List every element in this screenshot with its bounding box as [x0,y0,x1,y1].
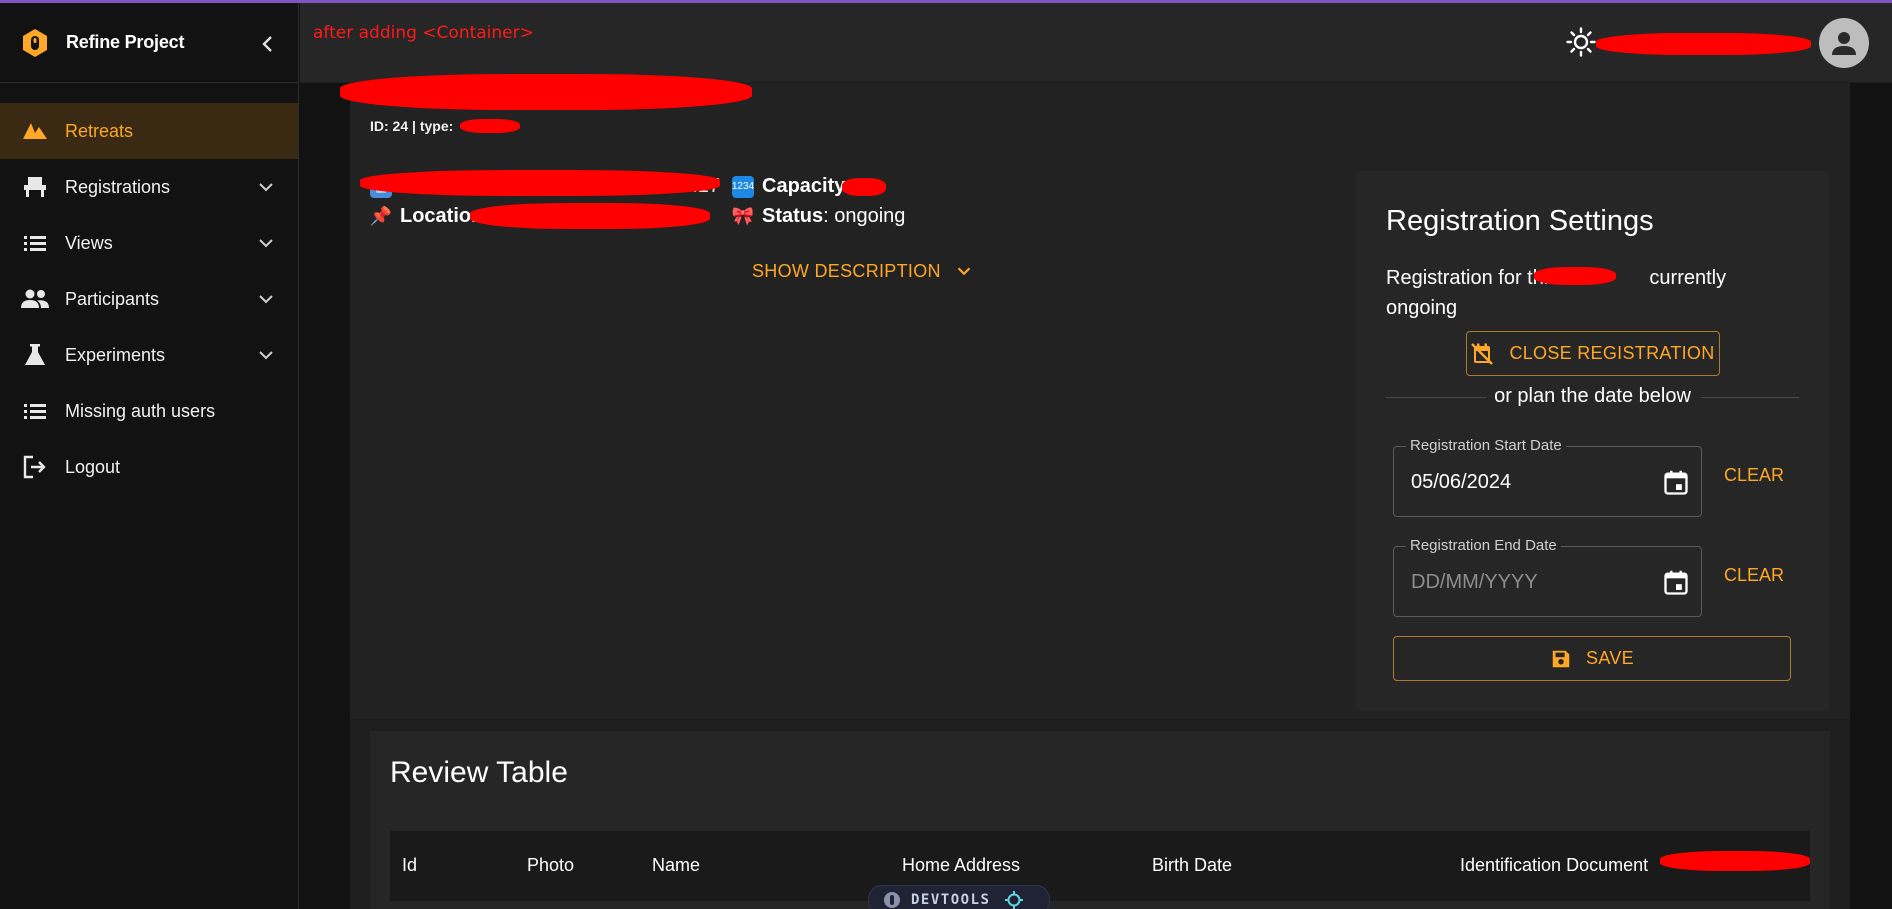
chevron-down-icon [957,267,971,276]
status-value: : ongoing [823,205,906,227]
chevron-down-icon [259,295,273,304]
screenshot-annotation: after adding <Container> [313,23,534,43]
save-button[interactable]: SAVE [1393,636,1791,681]
sidebar-item-logout[interactable]: Logout [0,439,298,495]
sidebar-item-label: Participants [65,288,160,309]
sidebar-item-retreats[interactable]: Retreats [0,103,298,159]
redacted-registration-entity [1534,267,1616,285]
sidebar: Refine Project Retreats Registrations Vi… [0,3,299,909]
clear-end-date-button[interactable]: CLEAR [1724,565,1784,586]
review-table-header: Id Photo Name Home Address Birth Date Id… [390,831,1810,901]
redacted-retreat-title [340,74,752,110]
brand: Refine Project [0,3,298,83]
registration-settings-title: Registration Settings [1386,205,1654,237]
refine-logo-icon [23,28,47,57]
sidebar-item-views[interactable]: Views [0,215,298,271]
list-icon [20,399,50,423]
column-header-photo[interactable]: Photo [527,855,574,876]
numbers-emoji-icon: 1234 [732,175,754,198]
top-accent-line [0,0,1892,3]
capacity-label: Capacity [762,175,846,197]
sidebar-item-label: Logout [65,456,121,477]
app-title: Refine Project [66,32,185,52]
sidebar-item-missing-auth-users[interactable]: Missing auth users [0,383,298,439]
sidebar-item-label: Views [65,232,113,253]
sidebar-item-label: Missing auth users [65,400,216,421]
column-header-name[interactable]: Name [652,855,700,876]
divider-text: or plan the date below [1494,385,1691,407]
chevron-down-icon [259,183,273,192]
column-header-birth-date[interactable]: Birth Date [1152,855,1232,876]
chevron-left-icon [262,36,272,52]
devtools-button[interactable]: DEVTOOLS [868,885,1050,909]
review-table-card: Review Table Id Photo Name Home Address … [370,731,1830,909]
calendar-icon[interactable] [1662,569,1690,597]
sidebar-item-registrations[interactable]: Registrations [0,159,298,215]
sidebar-item-participants[interactable]: Participants [0,271,298,327]
close-registration-button[interactable]: CLOSE REGISTRATION [1466,331,1720,376]
logout-icon [20,455,50,479]
retreat-status: 🎀 Status : ongoing [731,205,906,228]
retreat-location: 📌 Location [369,205,484,228]
redacted-retreat-type [460,119,520,133]
chevron-down-icon [259,351,273,360]
people-icon [20,287,50,311]
start-date-value: 05/06/2024 [1411,471,1512,493]
list-icon [20,231,50,255]
sidebar-nav: Retreats Registrations Views Participant… [0,83,298,495]
start-date-label: Registration Start Date [1406,437,1566,454]
terrain-icon [20,119,50,143]
avatar[interactable] [1819,18,1869,68]
sidebar-item-label: Registrations [65,176,171,197]
show-description-button[interactable]: SHOW DESCRIPTION [752,260,975,282]
redacted-column-header [1660,851,1810,871]
sidebar-item-label: Retreats [65,120,134,141]
collapse-sidebar-button[interactable] [255,31,281,57]
review-table-title: Review Table [390,756,568,789]
person-icon [1832,32,1856,55]
end-date-label: Registration End Date [1406,537,1561,554]
clear-start-date-button[interactable]: CLEAR [1724,465,1784,486]
redacted-username [1596,33,1811,55]
save-icon [1552,650,1570,667]
status-label: Status [762,205,824,227]
retreat-capacity: 1234 Capacity [732,175,845,198]
column-header-home-address[interactable]: Home Address [902,855,1020,876]
refine-logo-icon [884,892,900,908]
registration-settings-card: Registration Settings Registration for t… [1356,171,1829,711]
calendar-icon[interactable] [1662,469,1690,497]
redacted-retreat-date [360,170,720,196]
registration-start-date-field[interactable]: Registration Start Date 05/06/2024 [1393,437,1702,517]
end-date-placeholder: DD/MM/YYYY [1411,571,1538,593]
sun-icon[interactable] [1566,27,1596,57]
ribbon-emoji-icon: 🎀 [731,206,755,226]
crosshair-icon [1005,891,1024,909]
pushpin-emoji-icon: 📌 [369,206,393,226]
event-busy-icon [1471,342,1494,365]
flask-icon [20,343,50,367]
column-header-identification-document[interactable]: Identification Document [1460,855,1648,876]
registration-end-date-field[interactable]: Registration End Date DD/MM/YYYY [1393,537,1702,617]
redacted-retreat-location [470,203,710,229]
app-bar: after adding <Container> [300,3,1892,83]
chair-icon [20,175,50,199]
chevron-down-icon [259,239,273,248]
sidebar-item-label: Experiments [65,344,166,365]
column-header-id[interactable]: Id [402,855,417,876]
redacted-capacity-value [842,178,886,196]
sidebar-item-experiments[interactable]: Experiments [0,327,298,383]
retreat-id-type: ID: 24 | type: [370,118,454,134]
divider-or-plan: or plan the date below [1386,385,1799,409]
